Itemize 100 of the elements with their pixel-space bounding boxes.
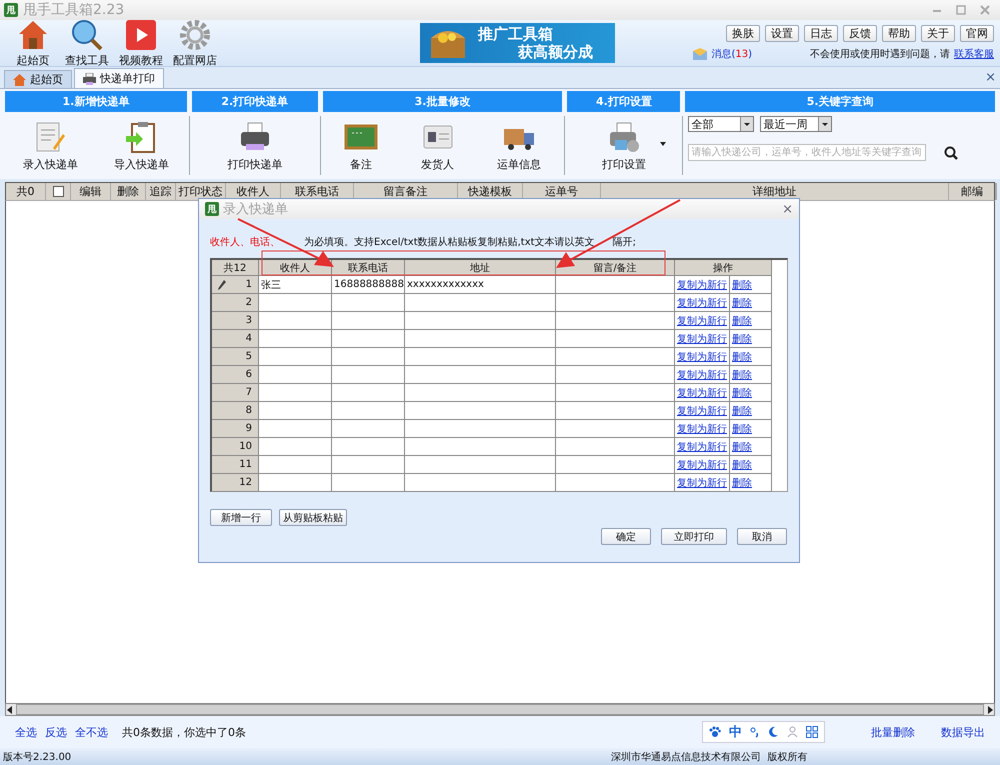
tab[interactable]: 快递单打印 <box>74 68 164 88</box>
delete-link[interactable]: 删除 <box>732 350 752 364</box>
table-cell[interactable] <box>259 366 332 384</box>
column-header[interactable]: 追踪 <box>146 183 176 200</box>
table-cell[interactable] <box>405 456 556 474</box>
moon-icon[interactable] <box>768 726 779 738</box>
toolbar-label[interactable]: 配置网店 <box>173 53 217 68</box>
column-header[interactable]: 编辑 <box>71 183 111 200</box>
table-cell[interactable] <box>556 348 675 366</box>
table-cell[interactable] <box>259 456 332 474</box>
table-cell[interactable] <box>405 420 556 438</box>
table-cell[interactable] <box>332 402 405 420</box>
grid-button[interactable]: 从剪贴板粘贴 <box>279 509 347 526</box>
copy-row-link[interactable]: 复制为新行 <box>677 404 727 418</box>
close-tab-button[interactable]: × <box>985 70 996 85</box>
copy-row-link[interactable]: 复制为新行 <box>677 440 727 454</box>
table-cell[interactable] <box>259 474 332 492</box>
table-cell[interactable]: 张三 <box>259 276 332 294</box>
delete-link[interactable]: 删除 <box>732 296 752 310</box>
toolbar-label[interactable]: 起始页 <box>16 53 50 68</box>
close-button[interactable]: × <box>782 202 793 216</box>
table-cell[interactable] <box>556 312 675 330</box>
selection-link[interactable]: 全不选 <box>75 724 108 740</box>
menu-button[interactable]: 日志 <box>804 25 838 42</box>
table-cell[interactable] <box>259 294 332 312</box>
table-cell[interactable] <box>405 348 556 366</box>
table-cell[interactable] <box>556 366 675 384</box>
table-cell[interactable] <box>332 456 405 474</box>
delete-link[interactable]: 删除 <box>732 404 752 418</box>
user-icon[interactable] <box>787 726 798 738</box>
table-cell[interactable] <box>259 420 332 438</box>
menu-button[interactable]: 设置 <box>765 25 799 42</box>
table-cell[interactable] <box>259 312 332 330</box>
copy-row-link[interactable]: 复制为新行 <box>677 278 727 292</box>
table-cell[interactable] <box>405 366 556 384</box>
messages-link[interactable]: 消息(13) <box>711 47 752 61</box>
company-dropdown[interactable]: 全部 <box>688 116 754 132</box>
delete-link[interactable]: 删除 <box>732 314 752 328</box>
ribbon-button[interactable]: 运单信息 <box>497 120 542 172</box>
action-link[interactable]: 批量删除 <box>871 724 915 740</box>
maximize-icon[interactable] <box>956 5 966 15</box>
ribbon-button[interactable]: 打印设置 <box>602 120 646 172</box>
table-cell[interactable] <box>332 384 405 402</box>
action-link[interactable]: 数据导出 <box>941 724 985 740</box>
table-cell[interactable] <box>332 438 405 456</box>
delete-link[interactable]: 删除 <box>732 422 752 436</box>
column-header[interactable]: 删除 <box>111 183 146 200</box>
toolbar-label[interactable]: 查找工具 <box>65 53 109 68</box>
copy-row-link[interactable]: 复制为新行 <box>677 422 727 436</box>
table-cell[interactable]: xxxxxxxxxxxxx <box>405 276 556 294</box>
delete-link[interactable]: 删除 <box>732 440 752 454</box>
dialog-button[interactable]: 取消 <box>737 528 787 545</box>
menu-button[interactable]: 换肤 <box>726 25 760 42</box>
column-header[interactable]: 邮编 <box>949 183 996 200</box>
table-cell[interactable] <box>556 420 675 438</box>
ime-mode[interactable]: 中 <box>729 723 742 741</box>
grid-button[interactable]: 新增一行 <box>210 509 272 526</box>
table-cell[interactable] <box>259 330 332 348</box>
copy-row-link[interactable]: 复制为新行 <box>677 458 727 472</box>
table-cell[interactable] <box>332 348 405 366</box>
table-cell[interactable] <box>556 276 675 294</box>
table-cell[interactable] <box>405 312 556 330</box>
copy-row-link[interactable]: 复制为新行 <box>677 350 727 364</box>
dialog-button[interactable]: 立即打印 <box>661 528 727 545</box>
table-cell[interactable] <box>332 312 405 330</box>
table-cell[interactable] <box>405 330 556 348</box>
table-cell[interactable] <box>556 384 675 402</box>
table-cell[interactable] <box>556 294 675 312</box>
table-cell[interactable] <box>259 384 332 402</box>
period-dropdown[interactable]: 最近一周 <box>760 116 832 132</box>
ribbon-button[interactable]: 备注 <box>344 120 378 172</box>
search-icon[interactable] <box>944 146 958 160</box>
ribbon-button[interactable]: 导入快递单 <box>114 120 169 172</box>
table-cell[interactable] <box>332 294 405 312</box>
delete-link[interactable]: 删除 <box>732 386 752 400</box>
table-cell[interactable] <box>556 330 675 348</box>
menu-button[interactable]: 关于 <box>921 25 955 42</box>
copy-row-link[interactable]: 复制为新行 <box>677 476 727 490</box>
dropdown-caret-icon[interactable] <box>660 142 666 146</box>
table-cell[interactable]: 16888888888 <box>332 276 405 294</box>
ime-toolbar[interactable]: 中 <box>702 721 825 743</box>
tab[interactable]: 起始页 <box>4 70 72 88</box>
table-cell[interactable] <box>405 294 556 312</box>
delete-link[interactable]: 删除 <box>732 332 752 346</box>
table-cell[interactable] <box>556 438 675 456</box>
table-cell[interactable] <box>556 474 675 492</box>
copy-row-link[interactable]: 复制为新行 <box>677 332 727 346</box>
toolbar-label[interactable]: 视频教程 <box>119 53 163 68</box>
search-field[interactable]: 请输入快递公司，运单号，收件人地址等关键字查询 <box>688 144 926 161</box>
copy-row-link[interactable]: 复制为新行 <box>677 296 727 310</box>
menu-button[interactable]: 帮助 <box>882 25 916 42</box>
selection-link[interactable]: 反选 <box>45 724 67 740</box>
copy-row-link[interactable]: 复制为新行 <box>677 386 727 400</box>
table-cell[interactable] <box>332 474 405 492</box>
table-cell[interactable] <box>259 348 332 366</box>
scroll-right-icon[interactable] <box>986 706 994 714</box>
table-cell[interactable] <box>259 438 332 456</box>
table-cell[interactable] <box>405 384 556 402</box>
dialog-button[interactable]: 确定 <box>601 528 651 545</box>
copy-row-link[interactable]: 复制为新行 <box>677 314 727 328</box>
